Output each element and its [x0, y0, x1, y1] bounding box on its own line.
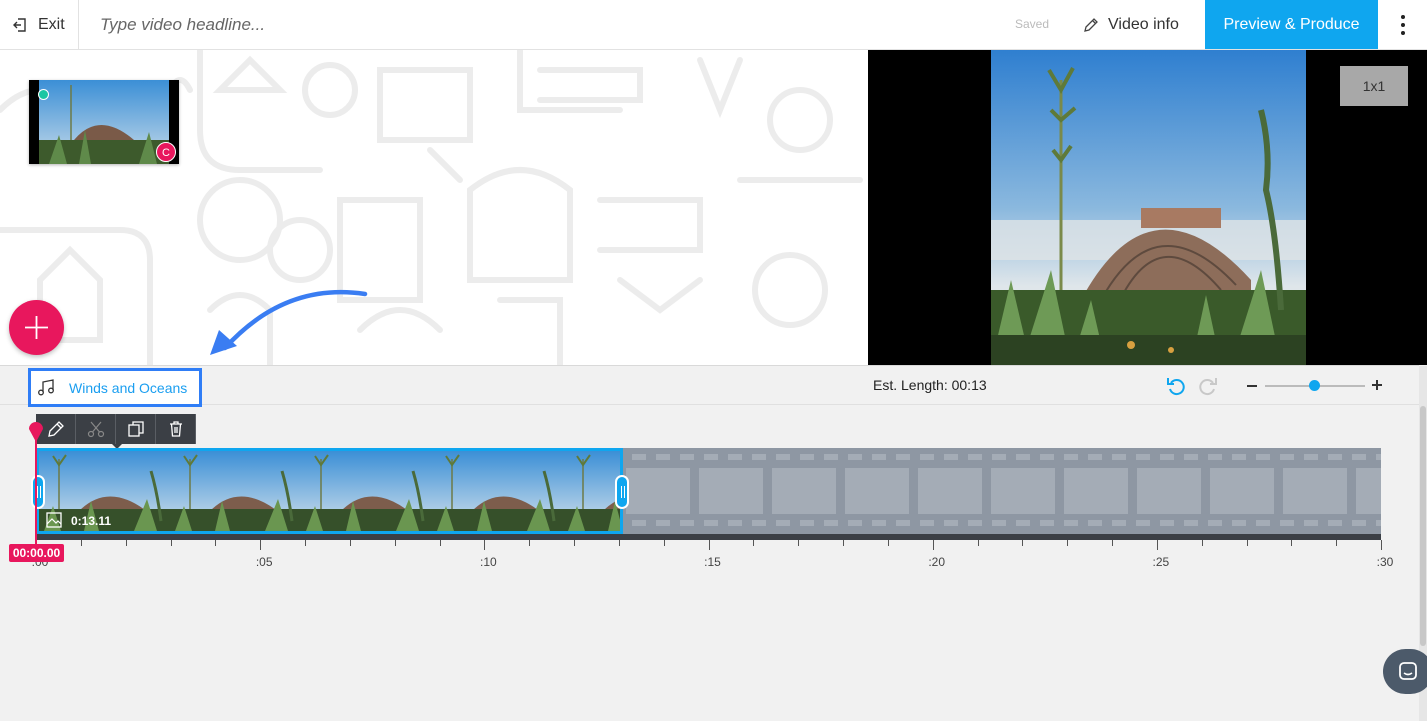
- clip-frame: [563, 451, 620, 531]
- plus-icon: [25, 316, 48, 339]
- ruler-tick: [260, 540, 262, 550]
- empty-timeline-track: [622, 448, 1381, 534]
- video-headline-input[interactable]: [80, 0, 980, 49]
- zoom-in-icon[interactable]: [1372, 380, 1382, 390]
- ruler-tick: [529, 540, 531, 546]
- estimated-length: Est. Length: 00:13: [873, 377, 987, 393]
- clip-trim-handle-right[interactable]: [615, 475, 629, 509]
- ruler-tick: [977, 540, 979, 546]
- ruler-tick: [798, 540, 800, 546]
- aspect-ratio-button[interactable]: 1x1: [1340, 66, 1408, 106]
- image-icon: [46, 512, 62, 528]
- playhead-time: 00:00.00: [9, 544, 64, 562]
- pencil-icon: [1084, 17, 1098, 32]
- ruler-label: :20: [928, 555, 945, 569]
- ruler-label: :30: [1376, 555, 1394, 569]
- timeline-ruler[interactable]: :00:05:10:15:20:25:30: [32, 540, 1393, 570]
- timeline-clip[interactable]: [36, 448, 623, 534]
- ruler-label: :10: [479, 555, 497, 569]
- ruler-label: :15: [704, 555, 721, 569]
- ruler-tick: [394, 540, 396, 546]
- ruler-label: :25: [1152, 555, 1170, 569]
- ruler-tick: [1156, 540, 1158, 550]
- ruler-tick: [843, 540, 844, 546]
- clip-frame: [301, 451, 432, 531]
- ruler-tick: [1291, 540, 1293, 546]
- ruler-tick: [618, 540, 620, 546]
- video-preview: 1x1: [868, 50, 1427, 365]
- music-track-name: Winds and Oceans: [69, 379, 188, 396]
- ruler-tick: [932, 540, 934, 550]
- hint-arrow-icon: [210, 289, 368, 355]
- playhead-handle[interactable]: [28, 420, 44, 442]
- split-clip-button[interactable]: [76, 414, 116, 444]
- redo-icon[interactable]: [1196, 374, 1220, 398]
- timeline-controls-bar: Winds and Oceans Est. Length: 00:13: [0, 365, 1419, 407]
- exit-button[interactable]: Exit: [0, 0, 79, 49]
- saved-status: Saved: [1015, 17, 1050, 31]
- clip-frame: [170, 451, 301, 531]
- chat-icon: [1399, 662, 1417, 680]
- more-options-icon[interactable]: [1392, 12, 1414, 38]
- ruler-tick: [349, 540, 351, 546]
- clip-toolbar: [36, 414, 196, 449]
- trash-icon: [169, 421, 182, 437]
- ruler-tick: [484, 540, 486, 550]
- ruler-tick: [215, 540, 217, 546]
- duplicate-icon: [127, 421, 144, 437]
- ruler-tick: [1112, 540, 1113, 546]
- exit-icon: [13, 17, 26, 32]
- ruler-label: :05: [255, 555, 273, 569]
- ruler-tick: [80, 540, 82, 546]
- playhead-line: [35, 440, 37, 544]
- ruler-tick: [1246, 540, 1248, 546]
- ruler-tick: [1381, 540, 1382, 550]
- undo-icon[interactable]: [1164, 374, 1188, 398]
- music-note-icon: [38, 378, 54, 395]
- ruler-tick: [887, 540, 889, 546]
- preview-produce-button[interactable]: Preview & Produce: [1205, 0, 1378, 49]
- exit-label: Exit: [38, 15, 65, 33]
- storyboard-workspace: C: [0, 50, 868, 365]
- scene-thumbnail-image: [39, 80, 169, 164]
- ruler-tick: [1336, 540, 1338, 546]
- ruler-tick: [170, 540, 172, 546]
- ruler-tick: [1022, 540, 1024, 546]
- clip-frames: [39, 451, 620, 531]
- pencil-icon: [47, 421, 64, 437]
- delete-clip-button[interactable]: [156, 414, 196, 444]
- ruler-tick: [753, 540, 755, 546]
- video-info-button[interactable]: Video info: [1083, 0, 1179, 49]
- ruler-tick: [1067, 540, 1069, 546]
- ruler-tick: [305, 540, 306, 546]
- ruler-tick: [574, 540, 575, 546]
- scene-badge: C: [156, 142, 176, 162]
- ruler-tick: [708, 540, 710, 550]
- clip-trim-handle-left[interactable]: [31, 475, 45, 509]
- top-bar: Exit Saved Video info Preview & Produce: [0, 0, 1427, 50]
- zoom-out-icon[interactable]: [1247, 385, 1257, 387]
- ruler-tick: [663, 540, 665, 546]
- music-track-button[interactable]: Winds and Oceans: [28, 368, 202, 407]
- chat-support-button[interactable]: [1383, 649, 1427, 694]
- clip-frame: [432, 451, 563, 531]
- ruler-tick: [439, 540, 441, 546]
- duplicate-clip-button[interactable]: [116, 414, 156, 444]
- add-scene-button[interactable]: [9, 300, 64, 355]
- ruler-tick: [1201, 540, 1203, 546]
- scene-thumbnail[interactable]: C: [29, 80, 179, 164]
- video-info-label: Video info: [1108, 15, 1179, 33]
- preview-image: [991, 50, 1306, 365]
- scene-status-dot: [38, 89, 49, 100]
- ruler-tick: [125, 540, 127, 546]
- clip-duration: 0:13.11: [71, 514, 112, 528]
- scissors-icon: [87, 421, 104, 438]
- zoom-slider-thumb[interactable]: [1309, 380, 1320, 391]
